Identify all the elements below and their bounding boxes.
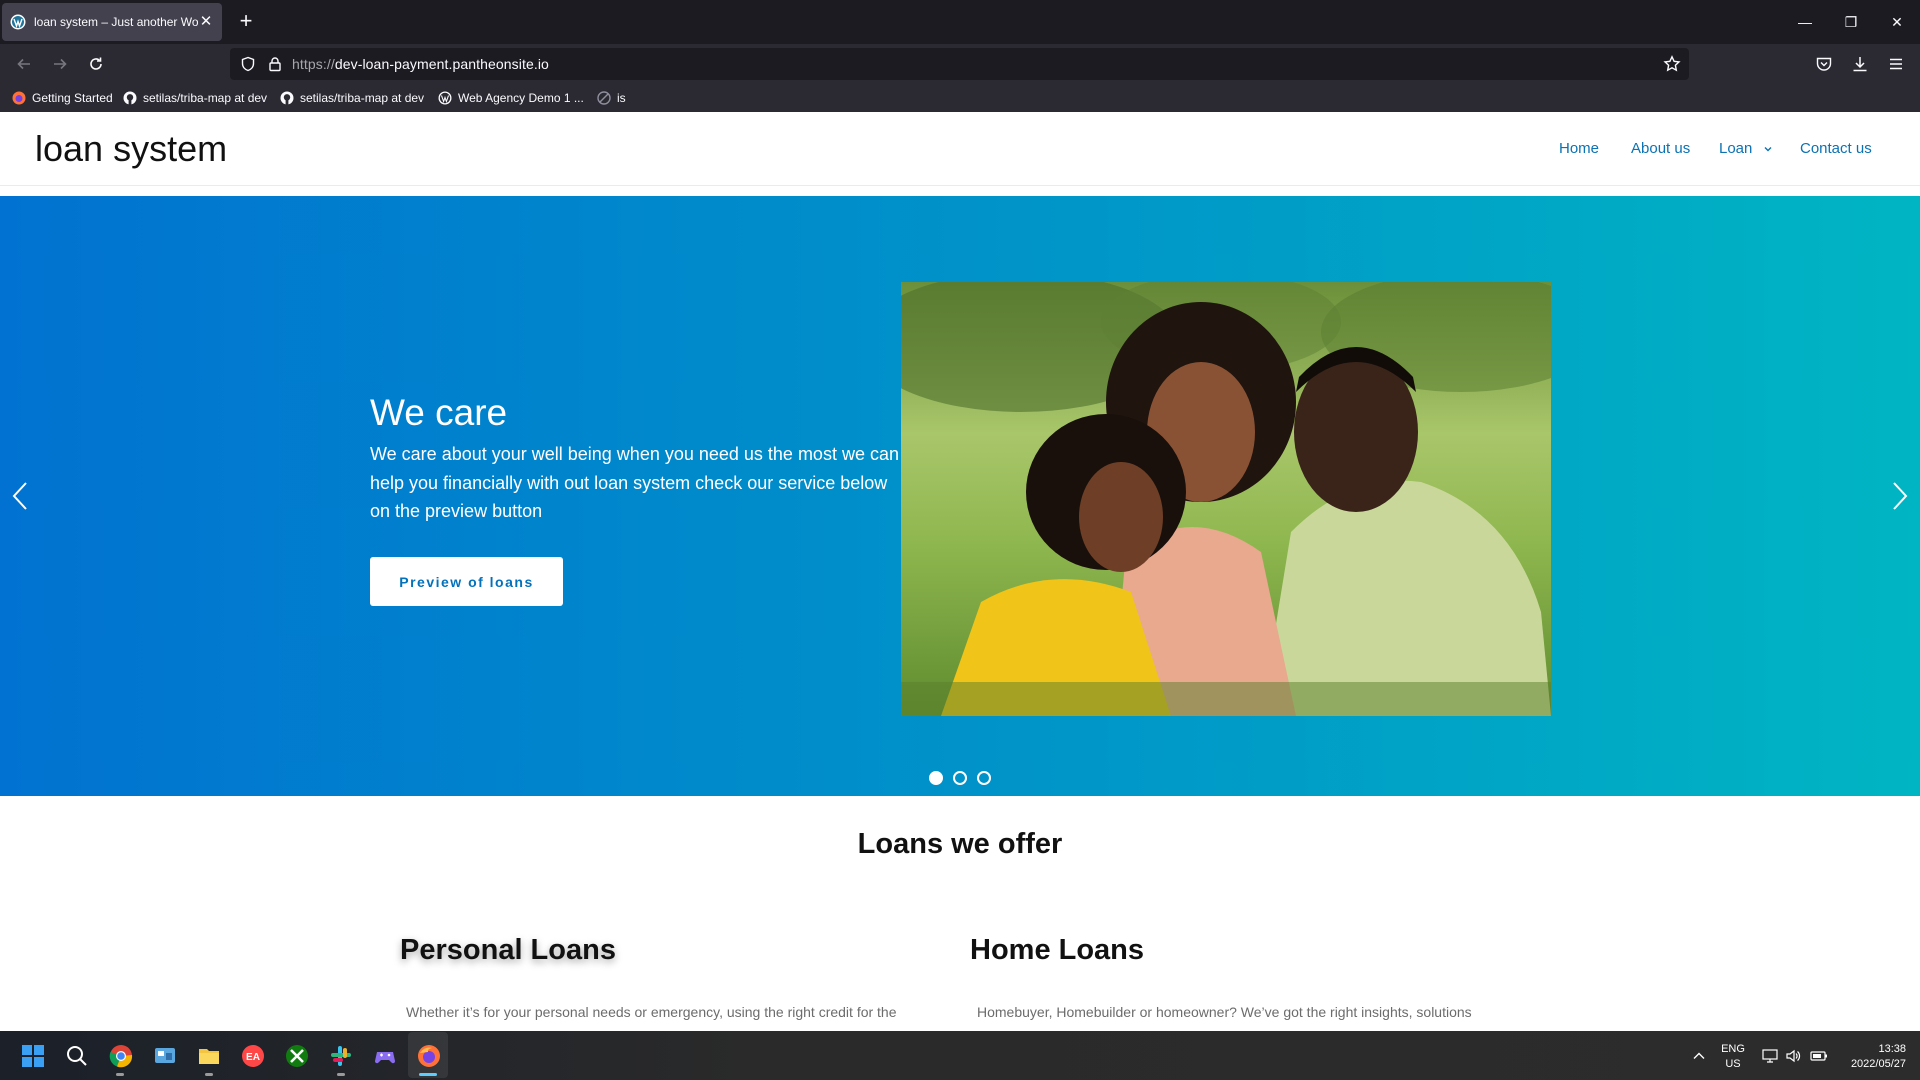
nav-home[interactable]: Home	[1559, 140, 1599, 157]
close-window-button[interactable]: ✕	[1874, 10, 1920, 34]
network-icon[interactable]	[1762, 1048, 1778, 1064]
windows-taskbar: EA ENG US 13:38 2022/05/27	[0, 1031, 1920, 1080]
close-tab-icon[interactable]: ✕	[198, 14, 214, 30]
next-slide-arrow-icon[interactable]	[1884, 479, 1914, 513]
wordpress-icon	[438, 91, 452, 105]
github-icon	[280, 91, 294, 105]
new-tab-button[interactable]: +	[234, 10, 258, 34]
forward-button[interactable]	[48, 52, 72, 76]
battery-icon[interactable]	[1810, 1048, 1828, 1064]
search-icon[interactable]	[64, 1043, 90, 1069]
hero-slider: We care We care about your well being wh…	[0, 196, 1920, 796]
hero-title: We care	[370, 392, 508, 433]
windows-start-icon[interactable]	[20, 1043, 46, 1069]
personal-loans-text: Whether it’s for your personal needs or …	[406, 1004, 897, 1020]
firefox-icon	[12, 91, 26, 105]
bookmark-item[interactable]: setilas/triba-map at dev	[123, 90, 267, 106]
family-photo	[901, 282, 1551, 716]
chrome-icon[interactable]	[108, 1043, 134, 1069]
slide-dot-2[interactable]	[953, 771, 967, 785]
firefox-icon[interactable]	[416, 1043, 442, 1069]
preview-loans-button[interactable]: Preview of loans	[370, 557, 563, 606]
url-text[interactable]: https://dev-loan-payment.pantheonsite.io	[292, 56, 549, 72]
xbox-icon[interactable]	[284, 1043, 310, 1069]
clock[interactable]: 13:38 2022/05/27	[1834, 1042, 1906, 1072]
minimize-button[interactable]: —	[1782, 10, 1828, 34]
chevron-down-icon	[1764, 147, 1772, 152]
generic-site-icon	[597, 91, 611, 105]
prev-slide-arrow-icon[interactable]	[6, 479, 36, 513]
downloads-button[interactable]	[1848, 52, 1872, 76]
bookmarks-toolbar: Getting Started setilas/triba-map at dev…	[0, 84, 1920, 112]
bookmark-star-icon[interactable]	[1663, 55, 1681, 73]
reload-icon	[90, 57, 102, 70]
pocket-button[interactable]	[1812, 52, 1836, 76]
slide-dot-3[interactable]	[977, 771, 991, 785]
home-loans-text: Homebuyer, Homebuilder or homeowner? We’…	[977, 1004, 1472, 1020]
slide-dot-1[interactable]	[929, 771, 943, 785]
wordpress-icon	[10, 14, 26, 30]
bookmark-item[interactable]: is	[597, 90, 626, 106]
hamburger-menu-icon	[1890, 58, 1902, 70]
slide-indicators	[929, 771, 991, 787]
download-icon	[1853, 57, 1867, 72]
github-icon	[123, 91, 137, 105]
bookmark-item[interactable]: setilas/triba-map at dev	[280, 90, 424, 106]
browser-tab[interactable]: loan system – Just another Wor ✕	[2, 3, 222, 41]
lock-icon[interactable]	[267, 56, 283, 72]
ea-icon[interactable]: EA	[240, 1043, 266, 1069]
reload-button[interactable]	[84, 52, 108, 76]
shield-icon[interactable]	[240, 56, 256, 72]
home-loans-title: Home Loans	[970, 934, 1145, 966]
pocket-icon	[1816, 57, 1832, 71]
browser-toolbar: https://dev-loan-payment.pantheonsite.io	[0, 44, 1920, 84]
nav-loan[interactable]: Loan	[1719, 140, 1773, 157]
site-header: loan system Home About us Loan Contact u…	[0, 112, 1920, 186]
restore-button[interactable]: ❐	[1828, 10, 1874, 34]
personal-loans-title: Personal Loans	[400, 934, 616, 966]
forward-arrow-icon	[54, 58, 67, 70]
nav-about-us[interactable]: About us	[1631, 140, 1690, 157]
app-running-indicator	[205, 1073, 213, 1076]
address-bar[interactable]: https://dev-loan-payment.pantheonsite.io	[230, 48, 1689, 80]
slack-icon[interactable]	[328, 1043, 354, 1069]
hero-text: We care about your well being when you n…	[370, 444, 899, 521]
file-explorer-icon[interactable]	[196, 1043, 222, 1069]
chevron-up-icon[interactable]	[1692, 1049, 1706, 1063]
bookmark-item[interactable]: Getting Started	[12, 90, 113, 106]
volume-icon[interactable]	[1785, 1048, 1801, 1064]
svg-text:EA: EA	[246, 1052, 260, 1063]
back-arrow-icon	[17, 58, 30, 70]
tab-title: loan system – Just another Wor	[34, 15, 198, 29]
nav-contact-us[interactable]: Contact us	[1800, 140, 1872, 157]
back-button[interactable]	[12, 52, 36, 76]
active-app-indicator	[419, 1073, 437, 1076]
site-title[interactable]: loan system	[35, 128, 227, 170]
app-running-indicator	[337, 1073, 345, 1076]
loans-section-title: Loans we offer	[857, 828, 1063, 860]
control-panel-icon[interactable]	[152, 1043, 178, 1069]
bookmark-item[interactable]: Web Agency Demo 1 ...	[438, 90, 584, 106]
app-running-indicator	[116, 1073, 124, 1076]
input-language[interactable]: ENG US	[1716, 1042, 1750, 1072]
family-illustration	[901, 282, 1551, 716]
menu-button[interactable]	[1884, 52, 1908, 76]
browser-tab-bar: loan system – Just another Wor ✕ + — ❐ ✕	[0, 0, 1920, 44]
game-controller-icon[interactable]	[372, 1043, 398, 1069]
